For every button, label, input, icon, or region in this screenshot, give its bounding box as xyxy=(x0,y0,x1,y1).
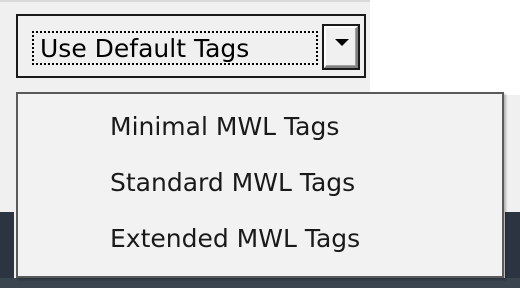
tag-set-combobox[interactable]: Use Default Tags xyxy=(16,14,366,78)
combobox-selected-value: Use Default Tags xyxy=(40,34,250,63)
background-edge-left xyxy=(0,212,14,288)
dropdown-option-standard[interactable]: Standard MWL Tags xyxy=(110,158,355,208)
background-panel xyxy=(370,0,520,95)
dropdown-option-minimal[interactable]: Minimal MWL Tags xyxy=(110,102,339,152)
combobox-selected-field[interactable]: Use Default Tags xyxy=(32,31,318,65)
background-edge-right xyxy=(505,212,520,288)
dropdown-toggle-button[interactable] xyxy=(324,26,358,68)
dropdown-list: Minimal MWL Tags Standard MWL Tags Exten… xyxy=(16,92,504,278)
dropdown-option-extended[interactable]: Extended MWL Tags xyxy=(110,214,360,264)
chevron-down-icon xyxy=(335,39,349,46)
background-edge-bottom xyxy=(0,278,520,288)
